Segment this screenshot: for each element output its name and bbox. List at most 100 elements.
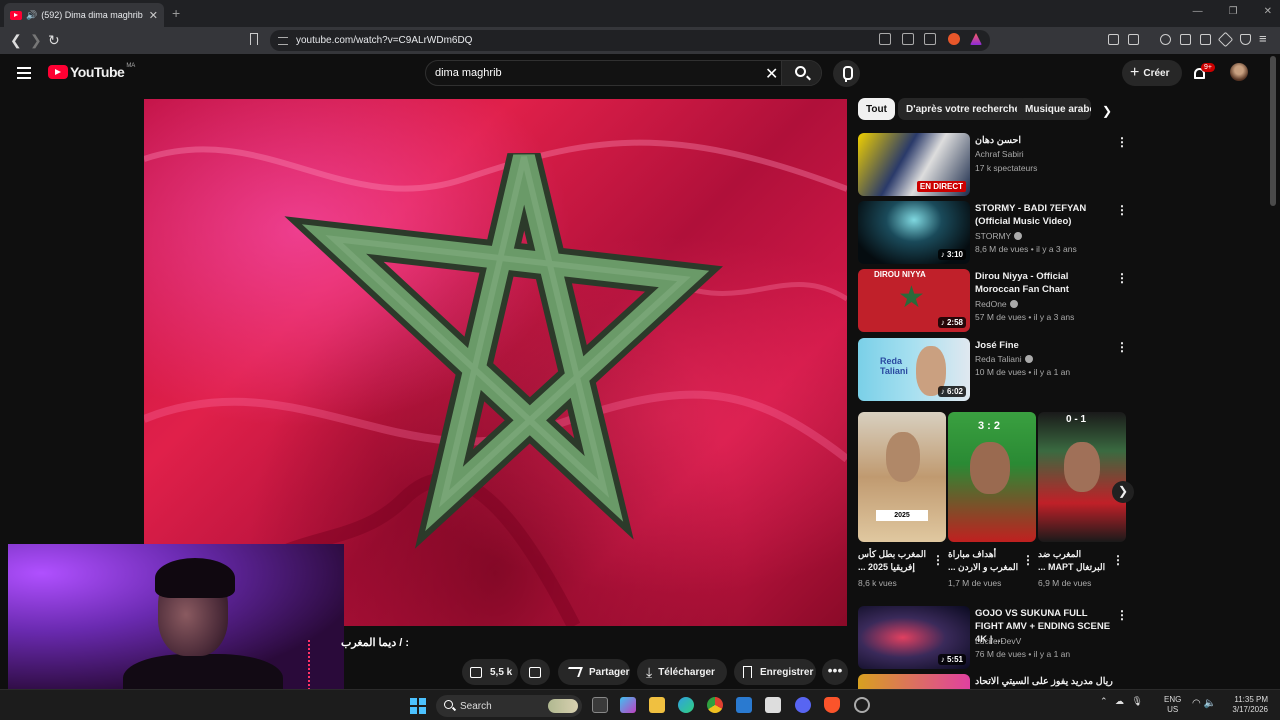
short-thumbnail[interactable]: 2025	[858, 412, 946, 542]
reading-list-icon[interactable]	[1180, 34, 1191, 45]
account-avatar[interactable]	[1230, 63, 1248, 81]
new-tab-button[interactable]: +	[172, 5, 180, 21]
video-title[interactable]: STORMY - BADI 7EFYAN (Official Music Vid…	[975, 202, 1115, 228]
page-scrollbar[interactable]	[1270, 56, 1276, 206]
brave-shields-icon[interactable]	[948, 33, 960, 45]
more-options-icon[interactable]: ⋮	[932, 553, 944, 567]
copilot-icon[interactable]	[620, 697, 636, 713]
save-button[interactable]: Enregistrer	[734, 659, 816, 685]
recommendation-item[interactable]: ♪ 5:51 GOJO VS SUKUNA FULL FIGHT AMV + E…	[858, 606, 1128, 670]
file-explorer-icon[interactable]	[649, 697, 665, 713]
task-view-icon[interactable]	[592, 697, 608, 713]
search-input[interactable]: dima maghrib	[435, 67, 502, 79]
bookmark-icon[interactable]	[250, 33, 258, 45]
chip-related[interactable]: D'après votre recherche	[898, 98, 1029, 120]
share-button[interactable]: Partager	[558, 659, 630, 685]
chrome-icon[interactable]	[707, 697, 723, 713]
video-thumbnail[interactable]: ♪ 5:51	[858, 606, 970, 669]
browser-tab[interactable]: 🔊 (592) Dima dima maghrib / D ✕	[4, 3, 164, 27]
more-options-icon[interactable]: ⋮	[1022, 553, 1034, 567]
create-button[interactable]: + Créer	[1122, 60, 1182, 86]
more-options-icon[interactable]: ⋮	[1116, 271, 1128, 285]
video-thumbnail[interactable]: EN DIRECT	[858, 133, 970, 196]
more-options-icon[interactable]: ⋮	[1116, 608, 1128, 622]
voice-search-mic-icon[interactable]	[833, 60, 860, 87]
more-actions-button[interactable]: •••	[822, 659, 848, 685]
recommendation-item[interactable]: ريال مدريد يفوز على السيتي الاتحاد	[858, 674, 1128, 689]
sidebar-icon[interactable]	[1128, 34, 1139, 45]
vpn-shield-icon[interactable]	[1240, 34, 1251, 45]
hamburger-menu-icon[interactable]	[17, 67, 31, 79]
channel-name[interactable]: RedOne	[975, 299, 1018, 309]
short-title[interactable]: أهداف مباراة المغرب و الاردن ...	[948, 548, 1020, 574]
video-thumbnail[interactable]	[858, 674, 970, 689]
edge-icon[interactable]	[678, 697, 694, 713]
maximize-icon[interactable]: ❐	[1229, 6, 1238, 17]
close-tab-icon[interactable]: ✕	[149, 9, 158, 22]
audio-playing-icon[interactable]: 🔊	[26, 10, 37, 21]
short-item[interactable]: 2025 المغرب بطل كأس إفريقيا 2025 ... 8,6…	[858, 412, 946, 588]
search-box[interactable]: dima maghrib ✕	[425, 60, 822, 86]
clear-search-icon[interactable]: ✕	[765, 64, 778, 84]
system-tray[interactable]: ⌃ ☁ 🎙	[1100, 696, 1143, 707]
channel-name[interactable]: Reda Taliani	[975, 354, 1033, 364]
close-window-icon[interactable]: ✕	[1264, 6, 1272, 17]
shorts-next-arrow-icon[interactable]: ❯	[1112, 481, 1134, 503]
more-options-icon[interactable]: ⋮	[1112, 553, 1124, 567]
youtube-logo[interactable]: YouTube MA	[48, 63, 135, 80]
mail-icon[interactable]	[736, 697, 752, 713]
dislike-button[interactable]	[520, 659, 550, 685]
channel-name[interactable]: STORMY	[975, 231, 1023, 241]
menu-icon[interactable]: ≡	[1259, 31, 1267, 46]
settings-gear-icon[interactable]	[854, 697, 870, 713]
store-icon[interactable]	[765, 697, 781, 713]
short-item[interactable]: 3 : 2 أهداف مباراة المغرب و الاردن ... 1…	[948, 412, 1036, 588]
discord-icon[interactable]	[795, 697, 811, 713]
recommendation-item[interactable]: EN DIRECT احسن دهان Achraf Sabiri 17 k s…	[858, 133, 1128, 197]
brave-icon[interactable]	[824, 697, 840, 713]
reload-icon[interactable]: ↻	[48, 32, 60, 49]
video-thumbnail[interactable]: Reda Taliani ♪ 6:02	[858, 338, 970, 401]
recommendation-item[interactable]: Reda Taliani ♪ 6:02 José Fine Reda Talia…	[858, 338, 1128, 402]
chip-arabic-music[interactable]: Musique arabe	[1017, 98, 1091, 120]
short-title[interactable]: المغرب بطل كأس إفريقيا 2025 ...	[858, 548, 930, 574]
more-options-icon[interactable]: ⋮	[1116, 340, 1128, 354]
short-thumbnail[interactable]: 3 : 2	[948, 412, 1036, 542]
short-title[interactable]: المغرب ضد البرتغال MAPT ...	[1038, 548, 1110, 574]
wallet-icon[interactable]	[1200, 34, 1211, 45]
video-title[interactable]: ريال مدريد يفوز على السيتي الاتحاد	[975, 675, 1115, 688]
video-title[interactable]: José Fine	[975, 339, 1115, 352]
short-thumbnail[interactable]: 0 - 1	[1038, 412, 1126, 542]
translate-icon[interactable]	[879, 33, 891, 45]
share-icon[interactable]	[924, 33, 936, 45]
language-indicator[interactable]: ENG US	[1164, 695, 1181, 715]
extensions-icon[interactable]	[1108, 34, 1119, 45]
more-options-icon[interactable]: ⋮	[1116, 203, 1128, 217]
system-clock[interactable]: 11:35 PM 3/17/2026	[1226, 695, 1268, 715]
forward-icon[interactable]: ❯	[30, 32, 42, 49]
video-thumbnail[interactable]: ♪ 3:10	[858, 201, 970, 264]
recommendation-item[interactable]: ♪ 3:10 STORMY - BADI 7EFYAN (Official Mu…	[858, 201, 1128, 265]
like-button[interactable]: 5,5 k	[462, 659, 518, 685]
short-item[interactable]: 0 - 1 المغرب ضد البرتغال MAPT ... 6,9 M …	[1038, 412, 1126, 588]
video-thumbnail[interactable]: DIROU NIYYA ★ ♪ 2:58	[858, 269, 970, 332]
more-options-icon[interactable]: ⋮	[1116, 135, 1128, 149]
windows-start-icon[interactable]	[410, 698, 426, 714]
minimize-icon[interactable]: —	[1193, 6, 1203, 17]
media-icon[interactable]	[1160, 34, 1171, 45]
chips-next-arrow-icon[interactable]: ❯	[1102, 104, 1112, 118]
channel-name[interactable]: Achraf Sabiri	[975, 149, 1024, 159]
cast-icon[interactable]	[902, 33, 914, 45]
search-button[interactable]	[781, 61, 821, 85]
video-title[interactable]: احسن دهان	[975, 134, 1115, 147]
chip-all[interactable]: Tout	[858, 98, 895, 120]
leo-ai-icon[interactable]	[1217, 31, 1234, 48]
video-title[interactable]: Dirou Niyya - Official Moroccan Fan Chan…	[975, 270, 1115, 296]
site-info-icon[interactable]	[278, 36, 288, 45]
download-button[interactable]: ⤓ Télécharger	[637, 659, 727, 685]
recommendation-item[interactable]: DIROU NIYYA ★ ♪ 2:58 Dirou Niyya - Offic…	[858, 269, 1128, 333]
network-volume-icons[interactable]: ◠ 🔈	[1192, 698, 1216, 709]
taskbar-search[interactable]: Search	[436, 695, 582, 717]
back-icon[interactable]: ❮	[10, 32, 22, 49]
channel-name[interactable]: LuciferDevV	[975, 636, 1021, 646]
